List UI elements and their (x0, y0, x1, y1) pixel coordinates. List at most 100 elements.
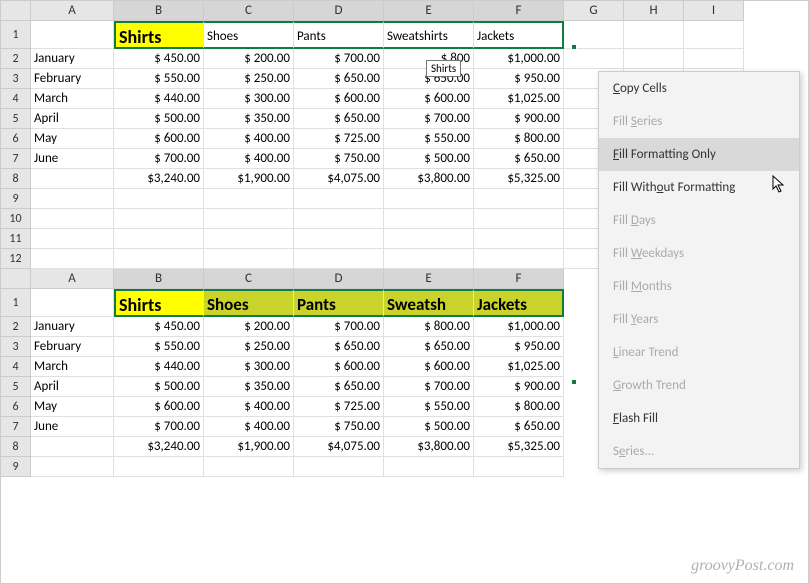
cell-E7[interactable]: $ 500.00 (384, 149, 474, 169)
cell-F1[interactable]: Jackets (474, 289, 564, 317)
col-header-I[interactable]: I (684, 1, 744, 21)
cell-D11[interactable] (294, 229, 384, 249)
cell-A11[interactable] (31, 229, 114, 249)
row-header-5[interactable]: 5 (1, 109, 31, 129)
cell-A3[interactable]: February (31, 69, 114, 89)
col-header-C[interactable]: C (204, 269, 294, 289)
cell-B3[interactable]: $ 550.00 (114, 337, 204, 357)
col-header-H[interactable]: H (624, 1, 684, 21)
select-all-corner[interactable] (1, 1, 31, 21)
cell-A8[interactable] (31, 169, 114, 189)
cell-D7[interactable]: $ 750.00 (294, 149, 384, 169)
cell-F7[interactable]: $ 650.00 (474, 417, 564, 437)
cell-D9[interactable] (294, 189, 384, 209)
cell-B6[interactable]: $ 600.00 (114, 397, 204, 417)
cell-B10[interactable] (114, 209, 204, 229)
cell-C5[interactable]: $ 350.00 (204, 377, 294, 397)
col-header-C[interactable]: C (204, 1, 294, 21)
row-header-6[interactable]: 6 (1, 129, 31, 149)
cell-C4[interactable]: $ 300.00 (204, 357, 294, 377)
cell-F4[interactable]: $1,025.00 (474, 357, 564, 377)
ctx-item[interactable]: Flash Fill (599, 402, 799, 435)
cell-E5[interactable]: $ 700.00 (384, 109, 474, 129)
cell-E12[interactable] (384, 249, 474, 269)
col-header-A[interactable]: A (31, 269, 114, 289)
cell-C9[interactable] (204, 457, 294, 477)
cell-I1[interactable] (684, 21, 744, 49)
cell-C2[interactable]: $ 200.00 (204, 317, 294, 337)
cell-D4[interactable]: $ 600.00 (294, 89, 384, 109)
cell-B3[interactable]: $ 550.00 (114, 69, 204, 89)
cell-F5[interactable]: $ 900.00 (474, 377, 564, 397)
cell-A7[interactable]: June (31, 417, 114, 437)
cell-E8[interactable]: $3,800.00 (384, 169, 474, 189)
cell-E5[interactable]: $ 700.00 (384, 377, 474, 397)
cell-C1[interactable]: Shoes (204, 21, 294, 49)
cell-C3[interactable]: $ 250.00 (204, 69, 294, 89)
cell-B2[interactable]: $ 450.00 (114, 317, 204, 337)
cell-B4[interactable]: $ 440.00 (114, 89, 204, 109)
col-header-F[interactable]: F (474, 269, 564, 289)
cell-B9[interactable] (114, 457, 204, 477)
cell-F3[interactable]: $ 950.00 (474, 337, 564, 357)
cell-C5[interactable]: $ 350.00 (204, 109, 294, 129)
cell-D12[interactable] (294, 249, 384, 269)
row-header-4[interactable]: 4 (1, 357, 31, 377)
cell-B8[interactable]: $3,240.00 (114, 437, 204, 457)
cell-F7[interactable]: $ 650.00 (474, 149, 564, 169)
cell-B12[interactable] (114, 249, 204, 269)
fill-handle-top[interactable] (571, 44, 577, 50)
row-header-5[interactable]: 5 (1, 377, 31, 397)
cell-A5[interactable]: April (31, 109, 114, 129)
cell-C8[interactable]: $1,900.00 (204, 169, 294, 189)
cell-C11[interactable] (204, 229, 294, 249)
cell-E9[interactable] (384, 189, 474, 209)
cell-E6[interactable]: $ 550.00 (384, 129, 474, 149)
cell-A9[interactable] (31, 189, 114, 209)
cell-B1[interactable]: Shirts (114, 289, 204, 317)
col-header-D[interactable]: D (294, 269, 384, 289)
cell-E6[interactable]: $ 550.00 (384, 397, 474, 417)
cell-B7[interactable]: $ 700.00 (114, 149, 204, 169)
cell-A7[interactable]: June (31, 149, 114, 169)
row-header-9[interactable]: 9 (1, 457, 31, 477)
cell-D8[interactable]: $4,075.00 (294, 169, 384, 189)
cell-A1[interactable] (31, 289, 114, 317)
cell-A8[interactable] (31, 437, 114, 457)
col-header-G[interactable]: G (564, 1, 624, 21)
row-header-9[interactable]: 9 (1, 189, 31, 209)
cell-D9[interactable] (294, 457, 384, 477)
cell-C3[interactable]: $ 250.00 (204, 337, 294, 357)
cell-C6[interactable]: $ 400.00 (204, 397, 294, 417)
cell-D5[interactable]: $ 650.00 (294, 109, 384, 129)
cell-D10[interactable] (294, 209, 384, 229)
row-header-6[interactable]: 6 (1, 397, 31, 417)
cell-C7[interactable]: $ 400.00 (204, 417, 294, 437)
row-header-3[interactable]: 3 (1, 337, 31, 357)
row-header-1[interactable]: 1 (1, 289, 31, 317)
cell-A6[interactable]: May (31, 129, 114, 149)
cell-A9[interactable] (31, 457, 114, 477)
cell-B11[interactable] (114, 229, 204, 249)
cell-E10[interactable] (384, 209, 474, 229)
cell-F6[interactable]: $ 800.00 (474, 129, 564, 149)
col-header-A[interactable]: A (31, 1, 114, 21)
col-header-E[interactable]: E (384, 1, 474, 21)
row-header-1[interactable]: 1 (1, 21, 31, 49)
cell-E8[interactable]: $3,800.00 (384, 437, 474, 457)
cell-B5[interactable]: $ 500.00 (114, 109, 204, 129)
cell-I2[interactable] (684, 49, 744, 69)
cell-E9[interactable] (384, 457, 474, 477)
cell-C8[interactable]: $1,900.00 (204, 437, 294, 457)
row-header-7[interactable]: 7 (1, 149, 31, 169)
cell-E3[interactable]: $ 650.00 (384, 337, 474, 357)
cell-C4[interactable]: $ 300.00 (204, 89, 294, 109)
row-header-4[interactable]: 4 (1, 89, 31, 109)
row-header-2[interactable]: 2 (1, 49, 31, 69)
cell-B8[interactable]: $3,240.00 (114, 169, 204, 189)
cell-B4[interactable]: $ 440.00 (114, 357, 204, 377)
cell-E11[interactable] (384, 229, 474, 249)
cell-D6[interactable]: $ 725.00 (294, 129, 384, 149)
cell-A2[interactable]: January (31, 317, 114, 337)
cell-D1[interactable]: Pants (294, 289, 384, 317)
